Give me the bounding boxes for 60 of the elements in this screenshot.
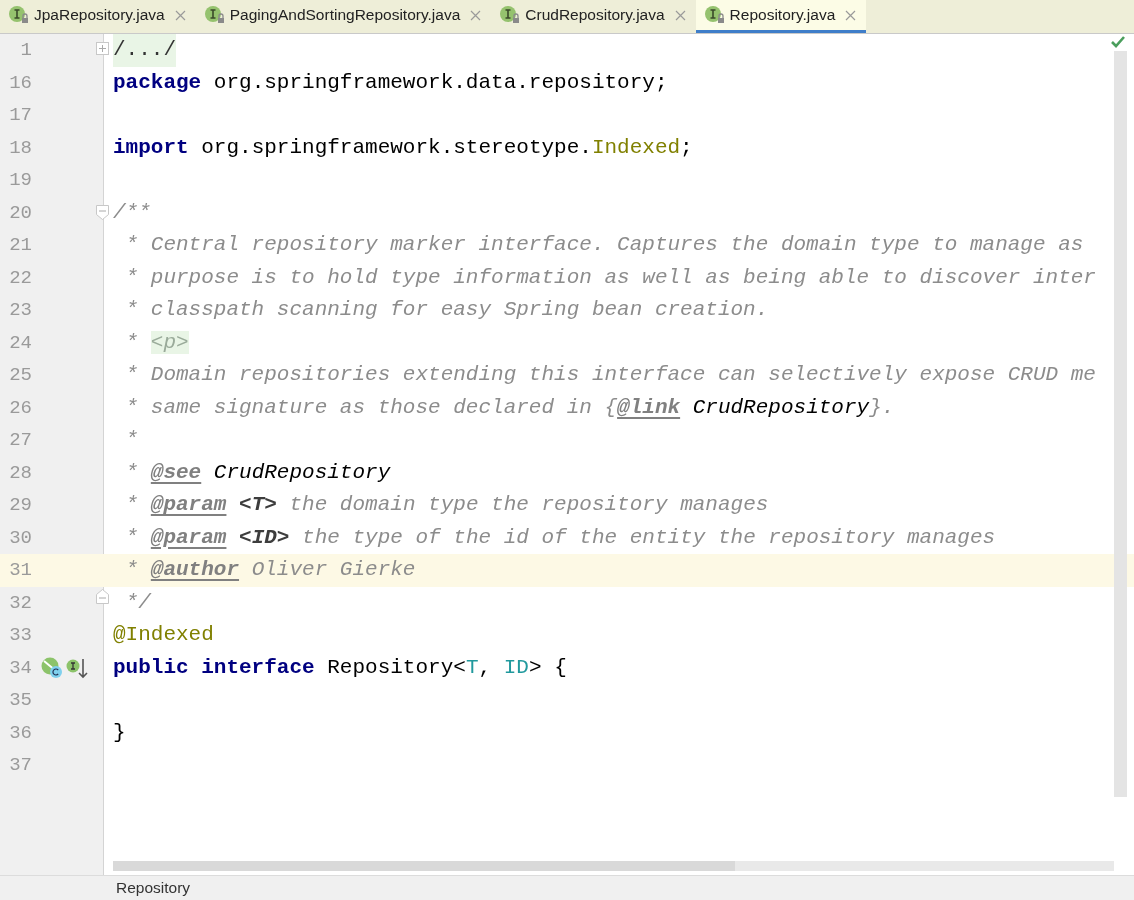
- line-number: 1: [19, 39, 32, 62]
- line-number: 31: [8, 559, 32, 582]
- line-number: 18: [8, 136, 32, 159]
- close-icon[interactable]: [845, 9, 857, 21]
- line-number: 28: [8, 461, 32, 484]
- file-lock-icon: [499, 5, 522, 25]
- horizontal-scrollbar[interactable]: [113, 861, 1114, 871]
- line-number: 32: [8, 591, 32, 614]
- expand-fold-icon[interactable]: [96, 42, 109, 55]
- close-icon[interactable]: [174, 9, 186, 21]
- line-number: 35: [8, 689, 32, 712]
- code-line: * @see CrudRepository: [124, 459, 391, 486]
- line-number: 34: [8, 656, 32, 679]
- line-number: 30: [8, 526, 32, 549]
- line-number: 29: [8, 494, 32, 517]
- code-line: * @author Oliver Gierke: [124, 557, 416, 583]
- close-icon[interactable]: [470, 9, 482, 21]
- code-line: public interface Repository<T, ID> {: [112, 654, 567, 681]
- line-number: 37: [8, 754, 32, 777]
- code-line: * @param <T> the domain type the repository manages: [124, 492, 769, 518]
- editor-tab[interactable]: JpaRepository.java: [0, 0, 196, 33]
- collapse-fold-icon[interactable]: [96, 588, 109, 604]
- code-line: */: [124, 589, 151, 616]
- line-number: 33: [8, 624, 32, 647]
- collapse-fold-icon[interactable]: [96, 204, 109, 220]
- code-line: /**: [112, 199, 151, 226]
- editor-tab[interactable]: Repository.java: [695, 0, 867, 33]
- check-icon: [1110, 35, 1126, 49]
- file-lock-icon: [8, 5, 30, 25]
- code-line: package org.springframework.data.repository;: [112, 69, 668, 96]
- implemented-badge-icon[interactable]: [40, 656, 64, 679]
- line-number: 17: [8, 104, 32, 127]
- editor-tab[interactable]: CrudRepository.java: [491, 0, 696, 33]
- code-line: * classpath scanning for easy Spring bean creation.: [124, 297, 769, 323]
- line-number: 36: [8, 721, 32, 744]
- breadcrumb-item[interactable]: Repository: [116, 879, 191, 897]
- line-number: 22: [8, 266, 32, 289]
- close-icon[interactable]: [674, 9, 686, 21]
- line-number: 20: [8, 201, 32, 224]
- code-line: * purpose is to hold type information as well as being able to discover inter: [124, 264, 1096, 291]
- code-line: * Central repository marker interface. Captures the domain type to manage as: [124, 232, 1084, 258]
- file-lock-icon: [703, 5, 726, 25]
- line-number: 25: [8, 364, 32, 387]
- line-number: 26: [8, 396, 32, 419]
- file-lock-icon: [203, 5, 226, 25]
- code-line: }: [112, 719, 126, 746]
- code-line: @Indexed: [112, 622, 214, 648]
- code-line: import org.springframework.stereotype.Indexed;: [112, 134, 693, 161]
- line-number: 16: [8, 71, 32, 94]
- code-line: * @param <ID> the type of the id of the entity the repository manages: [124, 524, 996, 551]
- line-number: 23: [8, 299, 32, 322]
- line-number: 19: [8, 169, 32, 192]
- line-number: 21: [8, 234, 32, 257]
- code-line: * same signature as those declared in {@link CrudRepository}.: [124, 394, 895, 421]
- code-line: *: [124, 427, 139, 453]
- editor-tab[interactable]: PagingAndSortingRepository.java: [195, 0, 492, 33]
- line-number: 24: [8, 331, 32, 354]
- line-number: 27: [8, 429, 32, 452]
- vertical-scrollbar[interactable]: [1114, 51, 1127, 797]
- code-line: * Domain repositories extending this interface can selectively expose CRUD me: [124, 362, 1096, 388]
